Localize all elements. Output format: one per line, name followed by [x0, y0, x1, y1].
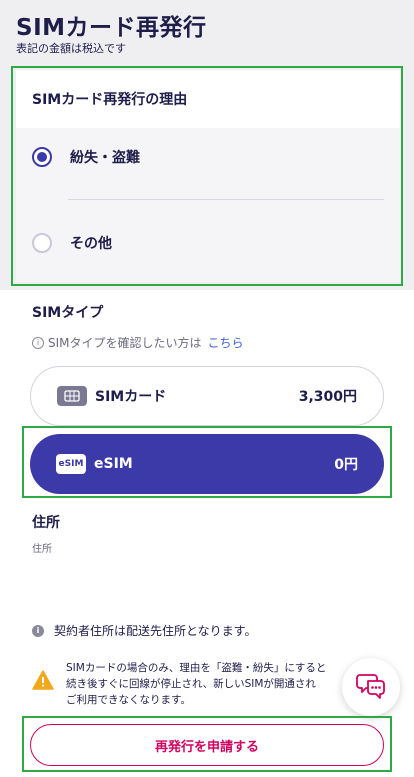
chat-bubble-icon — [356, 671, 386, 703]
warning-triangle-icon — [32, 670, 54, 708]
sim-card-icon — [57, 386, 87, 406]
warning-text: SIMカードの場合のみ、理由を「盗難・紛失」にすると 続き後すぐに回線が停止され… — [66, 660, 326, 708]
tax-note: 表記の金額は税込です — [16, 42, 126, 55]
address-title: 住所 — [32, 515, 60, 531]
address-info: i 契約者住所は配送先住所となります。 — [32, 622, 256, 639]
chat-button[interactable] — [342, 658, 400, 716]
page-title: SIMカード再発行 — [16, 15, 207, 41]
sim-type-check-link[interactable]: こちら — [208, 334, 244, 351]
highlight-frame — [22, 716, 392, 772]
highlight-frame — [11, 66, 403, 286]
warning-line: SIMカードの場合のみ、理由を「盗難・紛失」にすると — [66, 662, 327, 674]
sim-type-note-text: SIMタイプを確認したい方は — [48, 336, 202, 350]
sim-option-price: 3,300円 — [298, 389, 357, 405]
address-info-text: 契約者住所は配送先住所となります。 — [54, 624, 257, 638]
sim-option-name: SIMカード — [95, 389, 167, 405]
highlight-frame — [22, 426, 392, 498]
address-value: 住所 — [32, 544, 52, 555]
sim-type-title: SIMタイプ — [32, 305, 104, 321]
sim-option-simcard[interactable]: SIMカード 3,300円 — [30, 366, 384, 426]
info-circle-icon: i — [32, 336, 44, 349]
warning-box: SIMカードの場合のみ、理由を「盗難・紛失」にすると 続き後すぐに回線が停止され… — [32, 660, 362, 708]
sim-type-note: i SIMタイプを確認したい方は こちら — [32, 334, 244, 351]
info-icon: i — [32, 624, 44, 637]
warning-line: ご利用できなくなります。 — [66, 694, 191, 706]
warning-line: 続き後すぐに回線が停止され、新しいSIMが開通され — [66, 678, 316, 690]
